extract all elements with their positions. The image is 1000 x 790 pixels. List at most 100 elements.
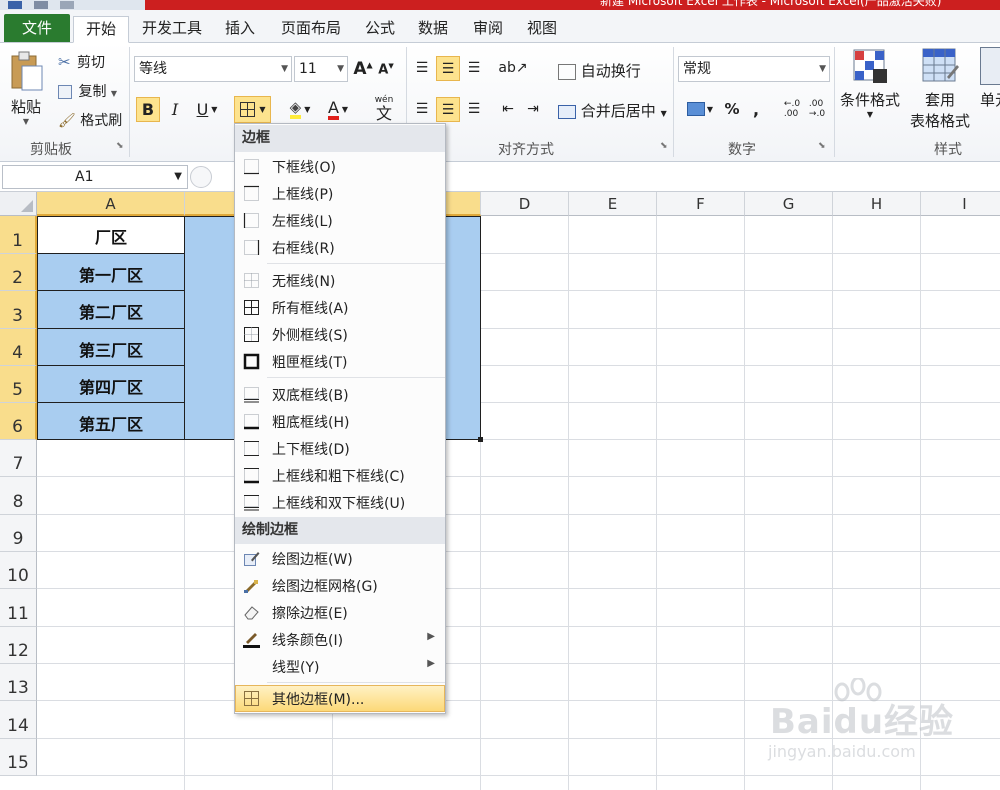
font-name-select[interactable]: 等线 ▼ bbox=[134, 56, 292, 82]
formula-bar-splitter[interactable] bbox=[190, 166, 212, 188]
format-painter-button[interactable]: 🖌 格式刷 bbox=[58, 110, 122, 130]
menu-item-top-border[interactable]: 上框线(P) bbox=[235, 180, 445, 207]
paste-button[interactable]: 粘贴 ▼ bbox=[6, 47, 46, 129]
menu-item-line-color[interactable]: 线条颜色(I) ▶ bbox=[235, 626, 445, 653]
comma-button[interactable]: , bbox=[748, 97, 764, 121]
name-box[interactable]: A1 ▼ bbox=[2, 165, 188, 189]
menu-item-top-bottom-border[interactable]: 上下框线(D) bbox=[235, 435, 445, 462]
cell-a2[interactable]: 第一厂区 bbox=[37, 262, 185, 286]
underline-button[interactable]: U ▼ bbox=[190, 97, 224, 122]
row-header-10[interactable]: 10 bbox=[0, 552, 37, 589]
tab-insert[interactable]: 插入 bbox=[220, 16, 260, 43]
tab-developer[interactable]: 开发工具 bbox=[134, 16, 210, 43]
format-as-table-button[interactable]: 套用 表格格式 bbox=[904, 47, 976, 131]
tab-file[interactable]: 文件 bbox=[4, 14, 70, 42]
menu-item-no-border[interactable]: 无框线(N) bbox=[235, 267, 445, 294]
menu-item-thick-box-border[interactable]: 粗匣框线(T) bbox=[235, 348, 445, 375]
menu-item-left-border[interactable]: 左框线(L) bbox=[235, 207, 445, 234]
row-header-9[interactable]: 9 bbox=[0, 515, 37, 552]
cell-a1[interactable]: 厂区 bbox=[37, 224, 185, 248]
align-center-button[interactable]: ☰ bbox=[436, 97, 460, 122]
tab-page-layout[interactable]: 页面布局 bbox=[273, 16, 349, 43]
font-size-select[interactable]: 11 ▼ bbox=[294, 56, 348, 82]
column-header-g[interactable]: G bbox=[745, 192, 833, 216]
cell-a6[interactable]: 第五厂区 bbox=[37, 411, 185, 435]
tab-review[interactable]: 审阅 bbox=[468, 16, 508, 43]
align-right-button[interactable]: ☰ bbox=[463, 98, 485, 120]
row-header-5[interactable]: 5 bbox=[0, 366, 37, 403]
menu-item-draw-border-grid[interactable]: 绘图边框网格(G) bbox=[235, 572, 445, 599]
menu-item-outside-borders[interactable]: 外侧框线(S) bbox=[235, 321, 445, 348]
row-header-3[interactable]: 3 bbox=[0, 291, 37, 329]
undo-icon[interactable] bbox=[34, 1, 48, 9]
row-header-14[interactable]: 14 bbox=[0, 701, 37, 739]
column-header-a[interactable]: A bbox=[37, 192, 185, 216]
column-header-f[interactable]: F bbox=[657, 192, 745, 216]
tab-data[interactable]: 数据 bbox=[413, 16, 453, 43]
column-header-e[interactable]: E bbox=[569, 192, 657, 216]
tab-home[interactable]: 开始 bbox=[73, 16, 129, 43]
grow-font-button[interactable]: A▲ bbox=[352, 57, 374, 81]
save-icon[interactable] bbox=[8, 1, 22, 9]
menu-item-thick-bottom-border[interactable]: 粗底框线(H) bbox=[235, 408, 445, 435]
align-middle-button[interactable]: ☰ bbox=[436, 56, 460, 81]
row-header-1[interactable]: 1 bbox=[0, 216, 37, 254]
cell-a3[interactable]: 第二厂区 bbox=[37, 299, 185, 323]
increase-indent-button[interactable]: ⇥ bbox=[522, 98, 544, 120]
increase-decimal-button[interactable]: ←.0.00 bbox=[781, 97, 803, 121]
merge-center-button[interactable]: 合并后居中 ▼ bbox=[558, 100, 667, 121]
tab-view[interactable]: 视图 bbox=[522, 16, 562, 43]
row-header-13[interactable]: 13 bbox=[0, 664, 37, 701]
cell-styles-button[interactable]: 单元 bbox=[980, 47, 1000, 131]
row-header-6[interactable]: 6 bbox=[0, 403, 37, 440]
select-all-button[interactable] bbox=[0, 192, 37, 216]
menu-item-more-borders[interactable]: 其他边框(M)... bbox=[235, 685, 445, 712]
cell-a5[interactable]: 第四厂区 bbox=[37, 374, 185, 398]
orientation-button[interactable]: ab↗ bbox=[497, 57, 529, 79]
menu-item-bottom-border[interactable]: 下框线(O) bbox=[235, 153, 445, 180]
cut-button[interactable]: ✂ 剪切 bbox=[58, 52, 105, 72]
row-header-11[interactable]: 11 bbox=[0, 589, 37, 627]
menu-item-top-double-bottom-border[interactable]: 上框线和双下框线(U) bbox=[235, 489, 445, 516]
align-left-button[interactable]: ☰ bbox=[411, 98, 433, 120]
conditional-formatting-button[interactable]: 条件格式 ▼ bbox=[838, 47, 902, 131]
menu-item-all-borders[interactable]: 所有框线(A) bbox=[235, 294, 445, 321]
column-header-d[interactable]: D bbox=[481, 192, 569, 216]
align-bottom-button[interactable]: ☰ bbox=[463, 57, 485, 79]
row-header-7[interactable]: 7 bbox=[0, 440, 37, 477]
align-top-button[interactable]: ☰ bbox=[411, 57, 433, 79]
bold-button[interactable]: B bbox=[136, 97, 160, 122]
row-header-12[interactable]: 12 bbox=[0, 627, 37, 664]
cell-a4[interactable]: 第三厂区 bbox=[37, 337, 185, 361]
menu-item-right-border[interactable]: 右框线(R) bbox=[235, 234, 445, 261]
dialog-launcher-icon[interactable]: ⬊ bbox=[660, 141, 668, 151]
row-header-8[interactable]: 8 bbox=[0, 477, 37, 515]
dialog-launcher-icon[interactable]: ⬊ bbox=[116, 141, 124, 151]
column-header-i[interactable]: I bbox=[921, 192, 1000, 216]
number-format-select[interactable]: 常规 ▼ bbox=[678, 56, 830, 82]
row-header-15[interactable]: 15 bbox=[0, 739, 37, 776]
decrease-indent-button[interactable]: ⇤ bbox=[497, 98, 519, 120]
menu-item-draw-border[interactable]: 绘图边框(W) bbox=[235, 545, 445, 572]
shrink-font-button[interactable]: A▼ bbox=[376, 59, 396, 81]
fill-handle[interactable] bbox=[478, 437, 483, 442]
decrease-decimal-button[interactable]: .00 →.0 bbox=[806, 97, 828, 121]
row-header-4[interactable]: 4 bbox=[0, 329, 37, 366]
font-color-button[interactable]: A ▼ bbox=[320, 97, 356, 122]
menu-item-erase-border[interactable]: 擦除边框(E) bbox=[235, 599, 445, 626]
fill-color-button[interactable]: ◈ ▼ bbox=[281, 97, 319, 122]
menu-item-double-bottom-border[interactable]: 双底框线(B) bbox=[235, 381, 445, 408]
accounting-format-button[interactable]: ▼ bbox=[682, 97, 718, 121]
percent-button[interactable]: % bbox=[722, 97, 742, 121]
column-header-h[interactable]: H bbox=[833, 192, 921, 216]
copy-button[interactable]: 复制 ▼ bbox=[58, 81, 117, 101]
wrap-text-button[interactable]: 自动换行 bbox=[558, 60, 641, 81]
tab-formulas[interactable]: 公式 bbox=[360, 16, 400, 43]
dialog-launcher-icon[interactable]: ⬊ bbox=[818, 141, 826, 151]
redo-icon[interactable] bbox=[60, 1, 74, 9]
borders-button[interactable]: ▼ bbox=[234, 96, 271, 123]
phonetic-button[interactable]: wén 文 bbox=[364, 93, 404, 125]
row-header-2[interactable]: 2 bbox=[0, 254, 37, 291]
menu-item-top-thick-bottom-border[interactable]: 上框线和粗下框线(C) bbox=[235, 462, 445, 489]
italic-button[interactable]: I bbox=[164, 97, 186, 122]
